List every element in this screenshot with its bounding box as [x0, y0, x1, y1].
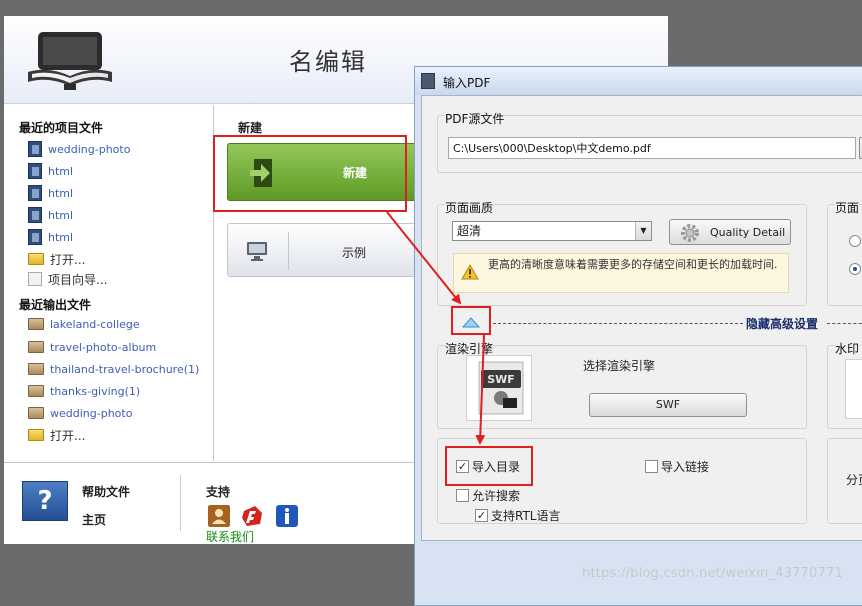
page-quality-label: 页面画质 — [445, 199, 494, 216]
checkbox-checked-icon: ✓ — [475, 509, 488, 522]
recent-output-item[interactable]: lakeland-college — [28, 314, 140, 334]
output-folder-icon — [28, 341, 44, 353]
recent-project-item[interactable]: wedding-photo — [28, 139, 130, 159]
pdf-app-icon — [421, 73, 435, 89]
open-project-link[interactable]: 打开... — [28, 249, 85, 269]
recent-output-item[interactable]: thailand-travel-brochure(1) — [28, 359, 199, 379]
csdn-watermark: https://blog.csdn.net/weixin_43770771 — [582, 566, 843, 581]
app-title: 名编辑 — [289, 48, 367, 76]
output-folder-icon — [28, 363, 44, 375]
pdf-source-label: PDF源文件 — [445, 110, 505, 127]
annotation-box-new — [213, 135, 407, 212]
open-folder-icon — [28, 429, 44, 441]
contact-person-icon[interactable] — [208, 505, 230, 527]
output-folder-icon — [28, 385, 44, 397]
quality-selected-value: 超清 — [457, 224, 482, 238]
watermark-label: 水印 — [835, 340, 860, 357]
monitor-icon — [247, 242, 267, 261]
help-question-icon[interactable]: ? — [22, 481, 68, 521]
recent-output-item[interactable]: thanks-giving(1) — [28, 381, 140, 401]
swf-file-icon: SWF — [478, 361, 524, 415]
output-folder-icon — [28, 318, 44, 330]
warning-icon — [461, 264, 479, 280]
annotation-box-import-toc — [445, 446, 533, 486]
swf-engine-button[interactable]: SWF — [589, 393, 747, 417]
project-file-icon — [28, 185, 42, 201]
page-options-group — [827, 204, 862, 306]
page-option-radio-selected[interactable] — [849, 263, 861, 275]
warning-text: 更高的清晰度意味着需要更多的存储空间和更长的加载时间. — [488, 258, 778, 271]
quality-select[interactable]: 超清 ▼ — [452, 221, 652, 241]
wizard-icon — [28, 272, 42, 286]
project-file-icon — [28, 163, 42, 179]
project-file-icon — [28, 207, 42, 223]
quality-detail-button[interactable]: Quality Detail — [669, 219, 791, 245]
page-options-label: 页面 — [835, 199, 860, 216]
allow-search-checkbox[interactable]: 允许搜索 — [456, 487, 520, 504]
open-output-link[interactable]: 打开... — [28, 425, 85, 445]
dropdown-arrow-icon: ▼ — [635, 222, 651, 240]
new-section-title: 新建 — [238, 121, 263, 135]
hide-advanced-label[interactable]: 隐藏高级设置 — [746, 315, 818, 332]
dialog-title: 输入PDF — [443, 76, 491, 90]
recent-projects-title: 最近的项目文件 — [19, 121, 104, 135]
project-file-icon — [28, 141, 42, 157]
advanced-separator-right — [827, 323, 862, 324]
recent-project-item[interactable]: html — [28, 183, 73, 203]
project-file-icon — [28, 229, 42, 245]
annotation-box-advanced — [451, 306, 491, 335]
advanced-separator — [493, 323, 743, 324]
swf-preview-text: SWF — [487, 373, 515, 386]
watermark-preview — [845, 359, 862, 419]
gear-icon — [681, 224, 699, 242]
quality-warning: 更高的清晰度意味着需要更多的存储空间和更长的加载时间. — [453, 253, 789, 293]
select-engine-label: 选择渲染引擎 — [583, 359, 656, 373]
info-icon[interactable] — [276, 505, 298, 527]
dialog-titlebar[interactable]: 输入PDF — [415, 67, 862, 95]
support-title: 支持 — [206, 485, 231, 499]
open-folder-icon — [28, 253, 44, 265]
book-monitor-logo-icon — [28, 32, 112, 90]
import-links-checkbox[interactable]: 导入链接 — [645, 458, 709, 475]
checkbox-icon — [456, 489, 469, 502]
rtl-support-checkbox[interactable]: ✓ 支持RTL语言 — [475, 507, 560, 524]
recent-project-item[interactable]: html — [28, 205, 73, 225]
recent-outputs-title: 最近输出文件 — [19, 298, 92, 312]
home-link[interactable]: 主页 — [82, 511, 106, 528]
recent-output-item[interactable]: wedding-photo — [28, 403, 132, 423]
button-divider — [288, 232, 289, 270]
recent-files-panel: 最近的项目文件 wedding-photo html html html htm… — [4, 105, 214, 461]
footer-divider — [180, 475, 181, 531]
project-wizard-link[interactable]: 项目向导... — [28, 269, 107, 289]
recent-project-item[interactable]: html — [28, 161, 73, 181]
recent-output-item[interactable]: travel-photo-album — [28, 337, 156, 357]
swf-preview-image: SWF — [466, 355, 532, 421]
checkbox-icon — [645, 460, 658, 473]
pdf-path-input[interactable] — [448, 137, 856, 159]
import-pdf-dialog: 输入PDF PDF源文件 页面画质 超清 ▼ Quality Detail 更高… — [414, 66, 862, 606]
pagination-label: 分页 — [846, 473, 862, 487]
page-option-radio[interactable] — [849, 235, 861, 247]
contact-us-link[interactable]: 联系我们 — [206, 528, 254, 544]
output-folder-icon — [28, 407, 44, 419]
flash-red-icon[interactable] — [241, 505, 263, 527]
help-title[interactable]: 帮助文件 — [82, 483, 130, 500]
recent-project-item[interactable]: html — [28, 227, 73, 247]
example-button[interactable]: 示例 — [227, 223, 427, 277]
